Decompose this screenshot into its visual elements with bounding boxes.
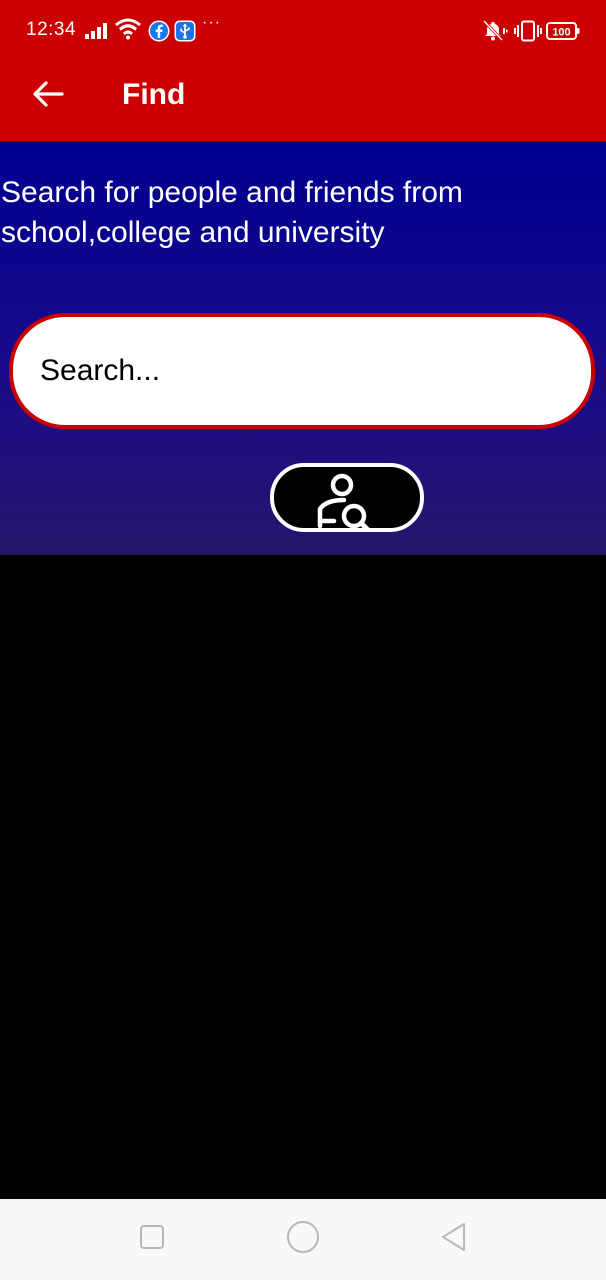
app-bar: Find (0, 62, 606, 141)
search-field[interactable] (9, 313, 595, 429)
home-circle-icon (286, 1220, 320, 1259)
empty-results-area (0, 555, 606, 1199)
find-people-button[interactable] (270, 463, 424, 532)
more-notifications-icon: ··· (202, 14, 221, 31)
status-time: 12:34 (26, 19, 77, 40)
description-text: Search for people and friends from schoo… (1, 176, 463, 249)
vibrate-icon (514, 20, 542, 47)
mute-icon (482, 19, 508, 47)
system-navigation-bar (0, 1199, 606, 1280)
usb-icon (174, 20, 196, 47)
status-bar: 12:34 ··· 100 (0, 0, 606, 62)
back-triangle-icon (439, 1222, 469, 1257)
search-panel: Search for people and friends from schoo… (0, 141, 606, 555)
arrow-left-icon (32, 80, 64, 113)
home-button[interactable] (283, 1219, 323, 1259)
top-bar: 12:34 ··· 100 Find (0, 0, 606, 141)
recents-button[interactable] (132, 1219, 172, 1259)
wifi-icon (114, 18, 142, 45)
search-input[interactable] (38, 353, 572, 389)
screen: 12:34 ··· 100 Find Search for people and… (0, 0, 606, 1280)
signal-icon (84, 22, 110, 45)
battery-level: 100 (552, 27, 570, 39)
back-button[interactable] (24, 76, 72, 116)
back-nav-button[interactable] (434, 1219, 474, 1259)
facebook-icon (148, 20, 170, 47)
page-title: Find (122, 78, 186, 111)
battery-icon: 100 (546, 20, 580, 47)
recents-square-icon (139, 1224, 165, 1255)
